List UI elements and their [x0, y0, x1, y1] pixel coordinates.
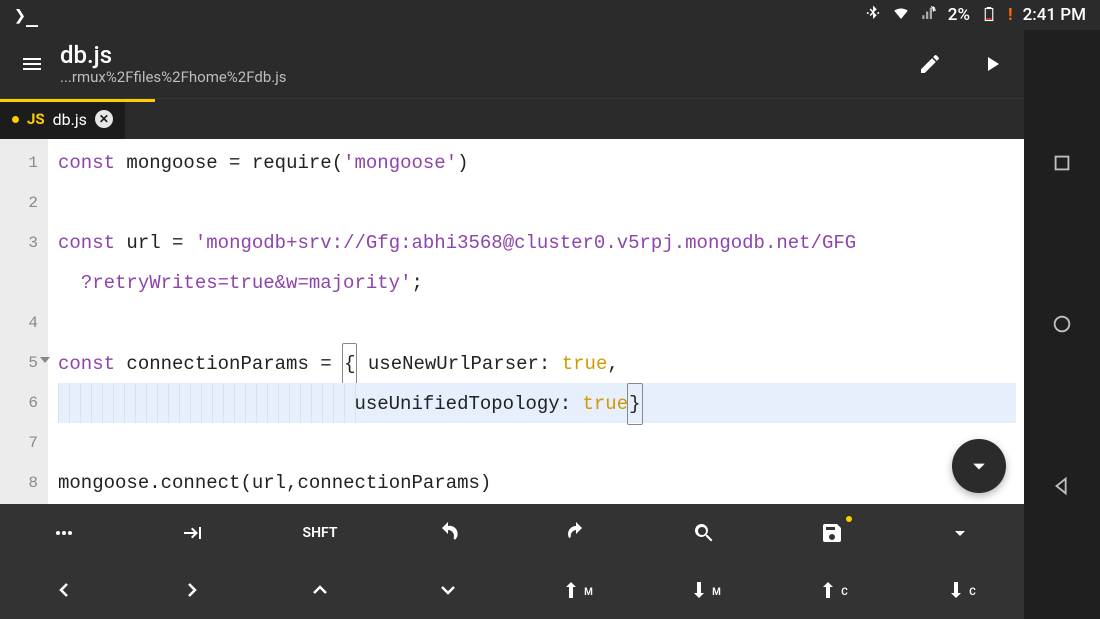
- toolbar-copy-up-button[interactable]: C: [768, 562, 896, 619]
- file-title: db.js: [60, 42, 916, 68]
- signal-icon: [920, 4, 938, 27]
- android-nav-rail: [1024, 30, 1100, 619]
- toolbar-shift-button[interactable]: SHFT: [256, 504, 384, 562]
- tabstrip: JS db.js ✕: [0, 99, 1100, 139]
- toolbar-copy-down-button[interactable]: C: [896, 562, 1024, 619]
- toolbar-undo-button[interactable]: [384, 504, 512, 562]
- toolbar-save-button[interactable]: [768, 504, 896, 562]
- code-line[interactable]: [58, 183, 1016, 223]
- code-line[interactable]: ?retryWrites=true&w=majority';: [58, 263, 1016, 303]
- back-button[interactable]: [1048, 472, 1076, 500]
- menu-icon[interactable]: [12, 50, 52, 78]
- home-button[interactable]: [1048, 310, 1076, 338]
- android-statusbar: ❯_ 2% ! 2:41 PM: [0, 0, 1100, 30]
- wifi-icon: [892, 4, 910, 27]
- code-line[interactable]: const url = 'mongodb+srv://Gfg:abhi3568@…: [58, 223, 1016, 263]
- code-editor[interactable]: 12345678 const mongoose = require('mongo…: [0, 139, 1024, 505]
- battery-warn-icon: !: [1008, 5, 1013, 25]
- gutter: 12345678: [0, 139, 48, 505]
- lang-badge: JS: [27, 110, 45, 128]
- file-path: ...rmux%2Ffiles%2Fhome%2Fdb.js: [60, 68, 916, 86]
- dirty-indicator-icon: [12, 116, 19, 123]
- bluetooth-icon: [864, 4, 882, 27]
- code-line[interactable]: [58, 423, 1016, 463]
- toolbar-next-button[interactable]: [128, 562, 256, 619]
- toolbar-tab-key-button[interactable]: [128, 504, 256, 562]
- code-line[interactable]: const connectionParams = { useNewUrlPars…: [58, 343, 1016, 383]
- toolbar-redo-button[interactable]: [512, 504, 640, 562]
- recent-apps-button[interactable]: [1048, 149, 1076, 177]
- code-area[interactable]: const mongoose = require('mongoose') con…: [48, 139, 1024, 505]
- tab-filename: db.js: [53, 110, 87, 129]
- battery-percent: 2%: [948, 5, 970, 25]
- clock: 2:41 PM: [1023, 5, 1086, 25]
- code-line[interactable]: const mongoose = require('mongoose'): [58, 143, 1016, 183]
- code-line[interactable]: [58, 303, 1016, 343]
- toolbar-prev-button[interactable]: [0, 562, 128, 619]
- appbar: db.js ...rmux%2Ffiles%2Fhome%2Fdb.js: [0, 30, 1100, 99]
- code-line[interactable]: useUnifiedTopology: true}: [58, 383, 1016, 423]
- toolbar-up-button[interactable]: [256, 562, 384, 619]
- toolbar-search-button[interactable]: [640, 504, 768, 562]
- run-icon[interactable]: [978, 50, 1006, 78]
- terminal-prompt-icon: ❯_: [14, 3, 38, 27]
- edit-icon[interactable]: [916, 50, 944, 78]
- close-icon[interactable]: ✕: [95, 110, 113, 128]
- code-line[interactable]: mongoose.connect(url,connectionParams): [58, 463, 1016, 503]
- toolbar-move-down-button[interactable]: M: [640, 562, 768, 619]
- collapse-keyboard-button[interactable]: [952, 439, 1006, 493]
- bottom-toolbar: SHFTMMCC: [0, 504, 1024, 619]
- toolbar-more-button[interactable]: [0, 504, 128, 562]
- battery-icon: [980, 4, 998, 27]
- toolbar-dropdown-button[interactable]: [896, 504, 1024, 562]
- tab-dbjs[interactable]: JS db.js ✕: [0, 99, 125, 139]
- toolbar-down-button[interactable]: [384, 562, 512, 619]
- toolbar-move-up-button[interactable]: M: [512, 562, 640, 619]
